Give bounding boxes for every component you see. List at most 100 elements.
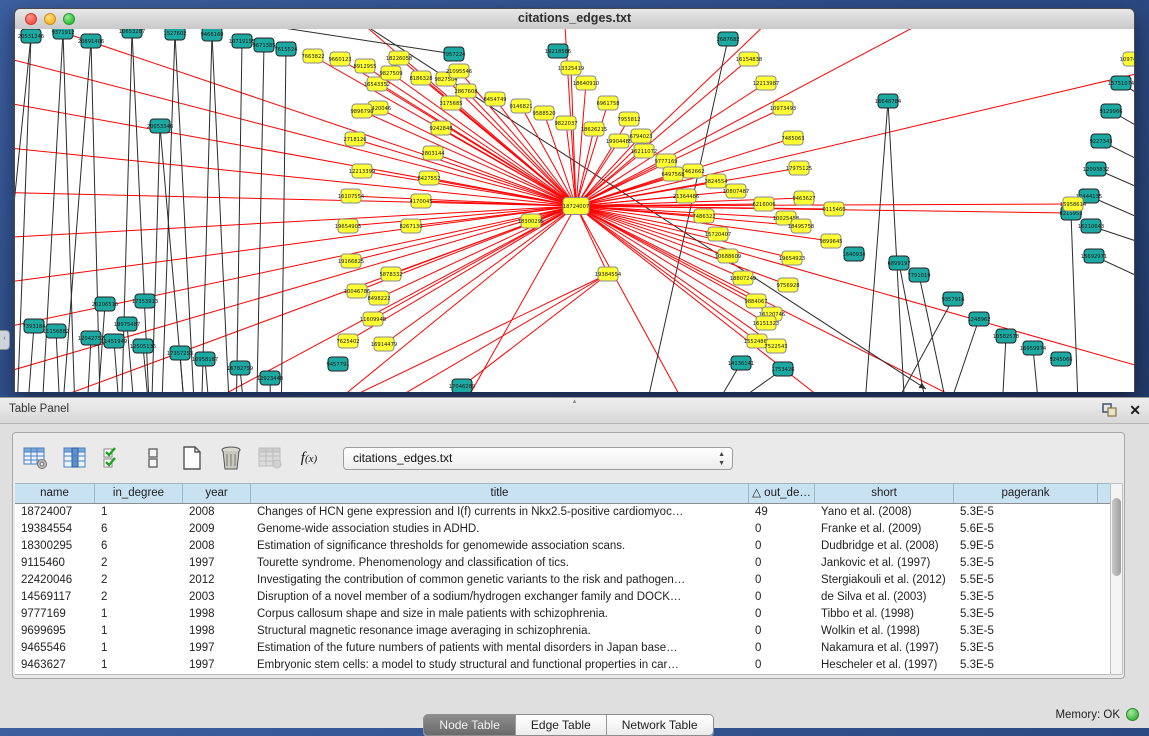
table-cell: 2009 — [183, 521, 251, 538]
column-highlight-button[interactable] — [60, 443, 90, 473]
edge[interactable] — [56, 331, 61, 392]
new-document-icon[interactable] — [177, 443, 207, 473]
table-row[interactable]: 911546021997Tourette syndrome. Phenomeno… — [15, 555, 1110, 572]
edge[interactable] — [576, 206, 1134, 381]
node-label: 9457791 — [326, 362, 349, 368]
table-body[interactable]: 1872400712008Changes of HCN gene express… — [15, 504, 1110, 675]
node-label: 16782759 — [227, 366, 253, 372]
edge[interactable] — [281, 49, 286, 392]
edge[interactable] — [26, 326, 34, 392]
table-row[interactable]: 977716911998Corpus callosum shape and si… — [15, 606, 1110, 623]
node-label: 7486322 — [692, 214, 715, 220]
edge[interactable] — [236, 41, 242, 392]
table-gear-button[interactable] — [21, 443, 51, 473]
table-cell: Corpus callosum shape and size in male p… — [251, 606, 749, 623]
node-label: 10974391 — [1120, 57, 1134, 63]
column-header-year[interactable]: year — [183, 484, 251, 503]
edge[interactable] — [256, 45, 264, 392]
network-selector[interactable]: citations_edges.txt ▲▼ — [343, 447, 733, 470]
node-label: 16107554 — [338, 194, 365, 200]
splitter-grip-icon[interactable]: ▴ — [0, 397, 1149, 405]
edge[interactable] — [888, 101, 906, 392]
column-header-name[interactable]: name — [15, 484, 95, 503]
edge[interactable] — [86, 338, 91, 392]
edge[interactable] — [576, 206, 1061, 392]
table-cell: 9699695 — [15, 623, 95, 640]
edge[interactable] — [251, 206, 576, 392]
node-label: 19904485 — [606, 139, 632, 145]
table-cell: 2003 — [183, 589, 251, 606]
scrollbar-thumb[interactable] — [1112, 498, 1121, 576]
edge[interactable] — [391, 274, 608, 392]
node-label: 13325419 — [558, 66, 584, 72]
close-panel-icon[interactable]: ✕ — [1129, 402, 1141, 418]
column-header-pagerank[interactable]: pagerank — [954, 484, 1098, 503]
node-label: 9756928 — [776, 283, 799, 289]
edge[interactable] — [576, 206, 721, 392]
edge[interactable] — [355, 139, 576, 206]
node-label: 1640934 — [842, 252, 866, 258]
edge[interactable] — [391, 206, 576, 274]
edge[interactable] — [132, 31, 151, 392]
table-cell: Investigating the contribution of common… — [251, 572, 749, 589]
edge[interactable] — [201, 34, 212, 392]
node-label: 16154838 — [736, 57, 762, 63]
tab-node-table[interactable]: Node Table — [424, 715, 516, 735]
table-row[interactable]: 1938455462009Genome-wide association stu… — [15, 521, 1110, 538]
table-row[interactable]: 969969511998Structural magnetic resonanc… — [15, 623, 1110, 640]
table-row[interactable]: 946554611997Estimation of the future num… — [15, 640, 1110, 657]
table-header-row[interactable]: namein_degreeyeartitle△ out_de…shortpage… — [15, 483, 1110, 504]
edge[interactable] — [63, 32, 76, 392]
vertical-scrollbar[interactable] — [1110, 483, 1123, 675]
edge[interactable] — [96, 304, 105, 392]
edge[interactable] — [576, 29, 821, 206]
edge[interactable] — [15, 206, 576, 291]
edge[interactable] — [941, 319, 979, 392]
edge[interactable] — [161, 33, 175, 392]
table-row[interactable]: 1830029562008Estimation of significance … — [15, 538, 1110, 555]
node-label: 20206516 — [92, 302, 118, 308]
trash-icon[interactable] — [216, 443, 246, 473]
node-label: 9245066 — [1049, 357, 1072, 363]
table-row[interactable]: 1872400712008Changes of HCN gene express… — [15, 504, 1110, 521]
disabled-table-icon — [255, 443, 285, 473]
table-cell: 22420046 — [15, 572, 95, 589]
node-table: namein_degreeyeartitle△ out_de…shortpage… — [15, 483, 1110, 675]
table-row[interactable]: 946362711997Embryonic stem cells: a mode… — [15, 657, 1110, 674]
node-label: 19384554 — [595, 272, 622, 278]
float-window-icon[interactable] — [1102, 403, 1117, 417]
column-header-out_de[interactable]: △ out_de… — [749, 484, 815, 503]
edge[interactable] — [576, 61, 1134, 206]
table-row[interactable]: 2242004622012Investigating the contribut… — [15, 572, 1110, 589]
node-label: 9227343 — [1089, 139, 1112, 145]
network-canvas[interactable]: 1872400720531246937191220891406106532871… — [15, 29, 1134, 392]
table-cell: 0 — [749, 657, 815, 674]
edge[interactable] — [1001, 336, 1006, 392]
edge[interactable] — [661, 369, 783, 392]
table-row[interactable]: 1456911722003Disruption of a novel membe… — [15, 589, 1110, 606]
green-checks-button[interactable] — [99, 443, 129, 473]
window-titlebar[interactable]: citations_edges.txt — [15, 9, 1134, 30]
edge[interactable] — [16, 36, 31, 392]
column-header-short[interactable]: short — [815, 484, 954, 503]
table-panel-header[interactable]: ▴ Table Panel ✕ — [0, 398, 1149, 424]
node-label: 4170045 — [409, 199, 432, 205]
edge[interactable] — [863, 101, 888, 392]
node-label: 15751074 — [1108, 81, 1134, 87]
node-label: 12505135 — [130, 344, 156, 350]
stacked-squares-button[interactable] — [138, 443, 168, 473]
column-header-title[interactable]: title — [251, 484, 749, 503]
table-cell: Tourette syndrome. Phenomenology and cla… — [251, 555, 749, 572]
edge[interactable] — [391, 73, 576, 206]
edge[interactable] — [576, 83, 586, 206]
tab-network-table[interactable]: Network Table — [607, 715, 713, 735]
function-builder-button[interactable]: f(x) — [294, 443, 324, 473]
table-cell: 6 — [95, 538, 183, 555]
edge[interactable] — [114, 341, 121, 392]
column-header-in_degree[interactable]: in_degree — [95, 484, 183, 503]
node-label: 9884067 — [744, 299, 767, 305]
node-label: 9896790 — [350, 109, 373, 115]
tab-edge-table[interactable]: Edge Table — [516, 715, 607, 735]
hidden-panel-handle[interactable]: ‹ — [0, 330, 10, 350]
edge[interactable] — [1071, 213, 1079, 392]
